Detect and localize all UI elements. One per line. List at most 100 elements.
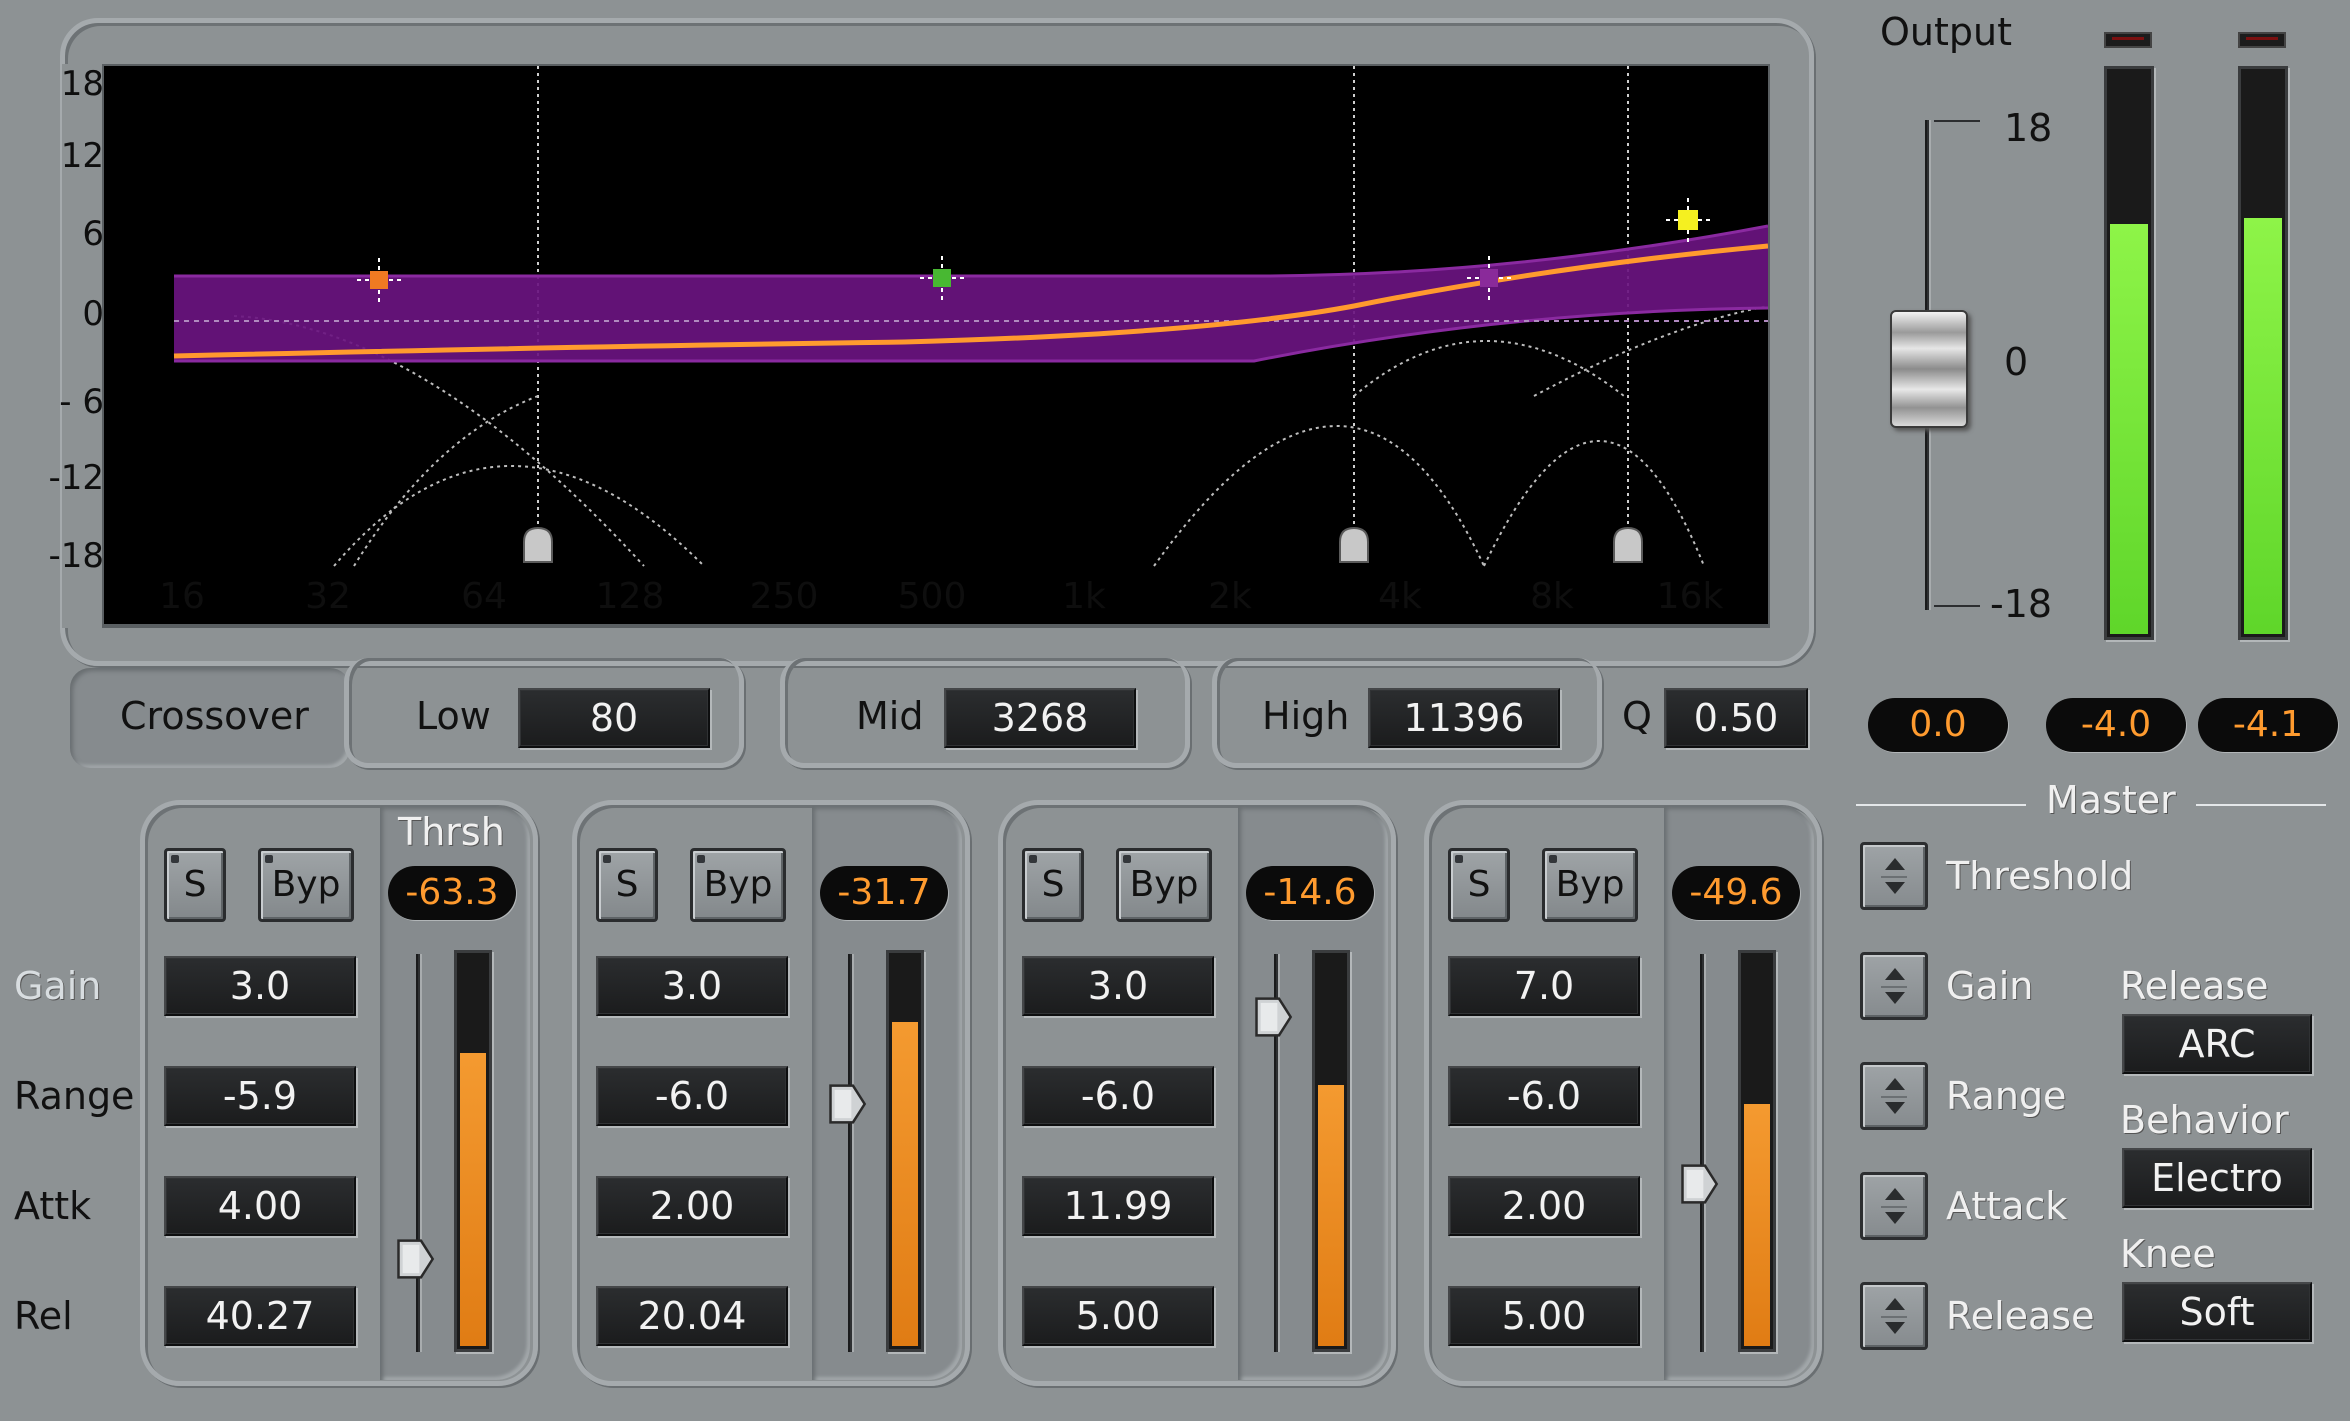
output-meter-left-value: -4.0: [2046, 698, 2186, 752]
band-1-release-field[interactable]: 40.27: [164, 1286, 356, 1346]
output-fader-value[interactable]: 0.0: [1868, 698, 2008, 752]
crossover-low-field[interactable]: 80: [518, 688, 710, 748]
band-2-gain-field[interactable]: 3.0: [596, 956, 788, 1016]
y-tick-12: 12: [60, 136, 104, 176]
band-3-range-field[interactable]: -6.0: [1022, 1066, 1214, 1126]
crossover-high-handle[interactable]: [1613, 526, 1643, 563]
band-3-release-field[interactable]: 5.00: [1022, 1286, 1214, 1346]
band-4-threshold-thumb[interactable]: [1680, 1160, 1720, 1208]
x-tick-64: 64: [461, 576, 507, 617]
output-clip-right[interactable]: [2238, 32, 2286, 48]
band-3-gain-field[interactable]: 3.0: [1022, 956, 1214, 1016]
band-1-threshold-thumb[interactable]: [396, 1235, 436, 1283]
crossover-mid-field[interactable]: 3268: [944, 688, 1136, 748]
output-scale-top: 18: [2004, 106, 2053, 150]
band-4-release-field[interactable]: 5.00: [1448, 1286, 1640, 1346]
output-meter-left: [2104, 66, 2154, 640]
row-label-range: Range: [14, 1074, 135, 1118]
output-fader-thumb[interactable]: [1890, 310, 1968, 428]
band-1-meter-fill: [460, 1053, 486, 1346]
row-label-release: Rel: [14, 1294, 73, 1338]
x-tick-16k: 16k: [1656, 576, 1724, 617]
x-tick-8k: 8k: [1530, 576, 1574, 617]
band-2-solo-button[interactable]: S: [596, 848, 658, 922]
band-4-attack-field[interactable]: 2.00: [1448, 1176, 1640, 1236]
band-4-bypass-button[interactable]: Byp: [1542, 848, 1638, 922]
master-release-mode-label: Release: [2120, 964, 2269, 1008]
master-range-stepper[interactable]: [1860, 1062, 1928, 1130]
master-title: Master: [2046, 778, 2176, 822]
crossover-low-label: Low: [416, 694, 491, 738]
master-range-label: Range: [1946, 1074, 2067, 1118]
band-node-4[interactable]: [1666, 198, 1710, 242]
band-4-range-field[interactable]: -6.0: [1448, 1066, 1640, 1126]
master-threshold-label: Threshold: [1946, 854, 2134, 898]
master-attack-stepper[interactable]: [1860, 1172, 1928, 1240]
crossover-low-handle[interactable]: [523, 526, 553, 563]
band-2-threshold-thumb[interactable]: [828, 1080, 868, 1128]
y-tick-0: 0: [82, 294, 104, 334]
band-2-release-field[interactable]: 20.04: [596, 1286, 788, 1346]
band-3-solo-button[interactable]: S: [1022, 848, 1084, 922]
crossover-label: Crossover: [120, 694, 309, 738]
crossover-mid-label: Mid: [856, 694, 924, 738]
band-1-solo-button[interactable]: S: [164, 848, 226, 922]
band-1-range-field[interactable]: -5.9: [164, 1066, 356, 1126]
x-tick-16: 16: [159, 576, 205, 617]
eq-graph-svg[interactable]: [104, 66, 1769, 624]
band-1-threshold-slider[interactable]: [416, 954, 422, 1352]
band-4-gain-field[interactable]: 7.0: [1448, 956, 1640, 1016]
master-release-stepper[interactable]: [1860, 1282, 1928, 1350]
y-tick-neg18: -18: [48, 536, 104, 576]
crossover-q-field[interactable]: 0.50: [1664, 688, 1808, 748]
band-1-bypass-button[interactable]: Byp: [258, 848, 354, 922]
x-tick-250: 250: [749, 576, 819, 617]
y-tick-6: 6: [82, 214, 104, 254]
row-label-gain: Gain: [14, 964, 102, 1008]
master-release-label: Release: [1946, 1294, 2095, 1338]
band-3-attack-field[interactable]: 11.99: [1022, 1176, 1214, 1236]
master-behavior-field[interactable]: Electro: [2122, 1148, 2312, 1208]
band-3-bypass-button[interactable]: Byp: [1116, 848, 1212, 922]
output-clip-left[interactable]: [2104, 32, 2152, 48]
master-attack-label: Attack: [1946, 1184, 2068, 1228]
crossover-mid-handle[interactable]: [1339, 526, 1369, 563]
band-2-threshold-value[interactable]: -31.7: [820, 866, 948, 920]
master-gain-label: Gain: [1946, 964, 2034, 1008]
output-meter-left-fill: [2110, 224, 2148, 634]
crossover-high-field[interactable]: 11396: [1368, 688, 1560, 748]
crossover-q-label: Q: [1622, 694, 1652, 738]
band-4-solo-button[interactable]: S: [1448, 848, 1510, 922]
band-1-gain-field[interactable]: 3.0: [164, 956, 356, 1016]
eq-graph[interactable]: 18 12 6 0 - 6 -12 -18 16 32 64 128 250 5…: [48, 64, 1770, 626]
band-4-meter-fill: [1744, 1104, 1770, 1346]
y-tick-neg6: - 6: [59, 382, 104, 422]
output-scale-bottom: -18: [1990, 582, 2053, 626]
threshold-column-label: Thrsh: [398, 810, 505, 854]
band-2-range-field[interactable]: -6.0: [596, 1066, 788, 1126]
output-meter-right-value: -4.1: [2198, 698, 2338, 752]
band-4-threshold-value[interactable]: -49.6: [1672, 866, 1800, 920]
master-gain-stepper[interactable]: [1860, 952, 1928, 1020]
master-knee-field[interactable]: Soft: [2122, 1282, 2312, 1342]
band-3-threshold-value[interactable]: -14.6: [1246, 866, 1374, 920]
x-tick-1k: 1k: [1062, 576, 1106, 617]
master-release-mode-field[interactable]: ARC: [2122, 1014, 2312, 1074]
output-scale-mid: 0: [2004, 340, 2029, 384]
band-1-threshold-value[interactable]: -63.3: [388, 866, 516, 920]
band-2-threshold-slider[interactable]: [848, 954, 854, 1352]
x-tick-128: 128: [595, 576, 665, 617]
band-2-meter-fill: [892, 1022, 918, 1346]
x-tick-4k: 4k: [1378, 576, 1422, 617]
output-meter-right-fill: [2244, 218, 2282, 634]
y-tick-18: 18: [60, 64, 104, 104]
band-2-attack-field[interactable]: 2.00: [596, 1176, 788, 1236]
master-knee-label: Knee: [2120, 1232, 2216, 1276]
master-threshold-stepper[interactable]: [1860, 842, 1928, 910]
row-label-attack: Attk: [14, 1184, 92, 1228]
band-1-attack-field[interactable]: 4.00: [164, 1176, 356, 1236]
band-3-threshold-thumb[interactable]: [1254, 993, 1294, 1041]
band-4-threshold-slider[interactable]: [1700, 954, 1706, 1352]
band-2-bypass-button[interactable]: Byp: [690, 848, 786, 922]
master-behavior-label: Behavior: [2120, 1098, 2289, 1142]
